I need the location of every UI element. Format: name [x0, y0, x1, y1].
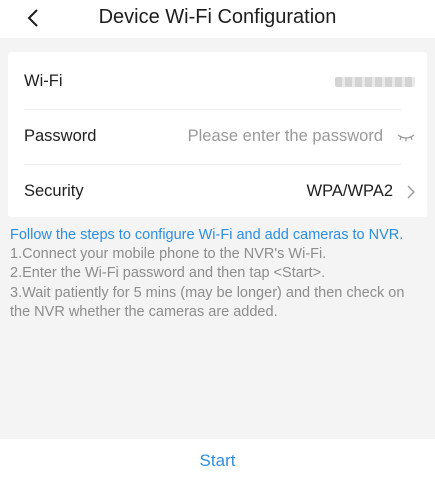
- eye-closed-icon: [397, 133, 415, 141]
- instructions-text: Follow the steps to configure Wi-Fi and …: [10, 226, 422, 322]
- bottom-bar: Start: [0, 439, 435, 482]
- start-button[interactable]: Start: [200, 451, 236, 471]
- password-label: Password: [24, 127, 97, 145]
- security-value: WPA/WPA2: [306, 182, 393, 200]
- instruction-step-1: 1.Connect your mobile phone to the NVR's…: [10, 246, 327, 263]
- security-label: Security: [24, 182, 84, 200]
- page-title: Device Wi-Fi Configuration: [98, 6, 337, 28]
- password-visibility-toggle[interactable]: [395, 129, 417, 145]
- instruction-step-3: 3.Wait patiently for 5 mins (may be long…: [10, 284, 405, 320]
- instruction-step-2: 2.Enter the Wi-Fi password and then tap …: [10, 265, 326, 282]
- wifi-label: Wi-Fi: [24, 72, 63, 90]
- password-row[interactable]: Password Please enter the password: [24, 109, 417, 164]
- instructions-lead: Follow the steps to configure Wi-Fi and …: [10, 227, 404, 243]
- chevron-right-icon: [407, 184, 417, 200]
- security-row[interactable]: Security WPA/WPA2: [24, 164, 417, 219]
- password-input[interactable]: Please enter the password: [188, 127, 383, 146]
- wifi-form-card: Wi-Fi Password Please enter the password…: [8, 52, 427, 217]
- top-bar: Device Wi-Fi Configuration: [0, 0, 435, 38]
- wifi-row[interactable]: Wi-Fi: [24, 54, 417, 109]
- wifi-ssid-value-masked: [335, 76, 415, 87]
